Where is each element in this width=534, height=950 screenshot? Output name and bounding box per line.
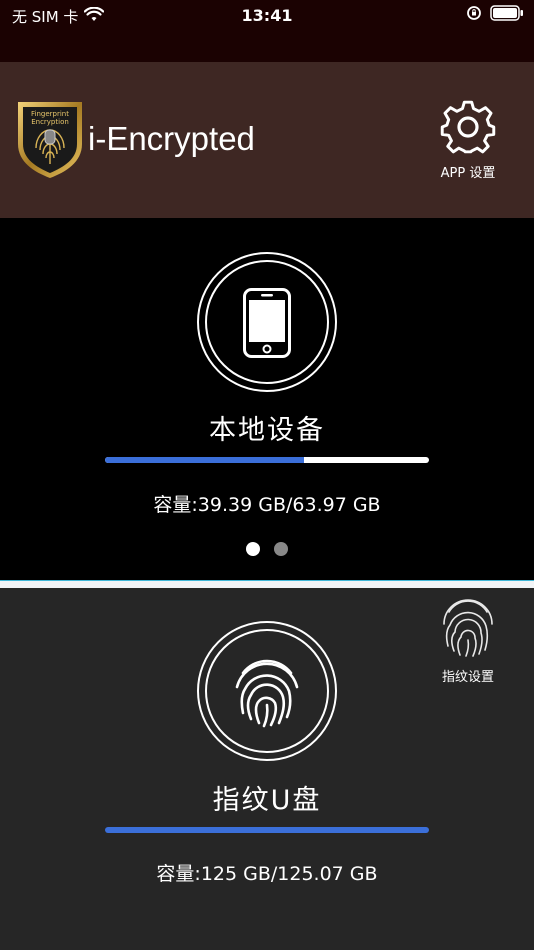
fingerprint-settings-icon xyxy=(439,599,497,662)
usb-drive-circle[interactable] xyxy=(197,621,337,761)
page-dot-1[interactable] xyxy=(246,542,260,556)
gear-icon xyxy=(430,98,506,156)
orientation-lock-icon xyxy=(466,5,482,25)
app-logo: Fingerprint Encryption xyxy=(14,98,86,180)
usb-drive-panel[interactable]: 指纹U盘 容量:125 GB/125.07 GB 指纹设置 xyxy=(0,588,534,950)
fingerprint-icon xyxy=(229,653,305,733)
usb-capacity-text: 容量:125 GB/125.07 GB xyxy=(156,863,378,885)
app-title: i-Encrypted xyxy=(88,120,255,157)
status-bar: 无 SIM 卡 13:41 xyxy=(0,0,534,62)
clock: 13:41 xyxy=(241,6,293,25)
local-device-circle[interactable] xyxy=(197,252,337,392)
app-header: Fingerprint Encryption i-Encrypted APP 设… xyxy=(0,62,534,218)
battery-icon xyxy=(490,5,524,25)
local-device-panel[interactable]: 本地设备 容量:39.39 GB/63.97 GB xyxy=(0,218,534,580)
fingerprint-settings-label: 指纹设置 xyxy=(441,670,494,685)
local-storage-bar xyxy=(105,457,429,463)
local-storage-bar-fill xyxy=(105,457,305,463)
phone-icon xyxy=(243,288,291,362)
app-settings-button[interactable]: APP 设置 xyxy=(430,98,506,186)
fingerprint-settings-button[interactable]: 指纹设置 xyxy=(430,598,506,685)
usb-storage-bar-fill xyxy=(105,827,429,833)
local-capacity-text: 容量:39.39 GB/63.97 GB xyxy=(153,494,381,516)
svg-text:Fingerprint: Fingerprint xyxy=(31,110,69,118)
usb-drive-title: 指纹U盘 xyxy=(212,785,322,816)
app-settings-label: APP 设置 xyxy=(440,166,496,181)
page-dot-2[interactable] xyxy=(274,542,288,556)
panel-divider xyxy=(0,580,534,588)
svg-text:Encryption: Encryption xyxy=(31,118,69,126)
local-device-title: 本地设备 xyxy=(209,415,325,446)
usb-storage-bar xyxy=(105,827,429,833)
page-indicator[interactable] xyxy=(0,542,534,556)
